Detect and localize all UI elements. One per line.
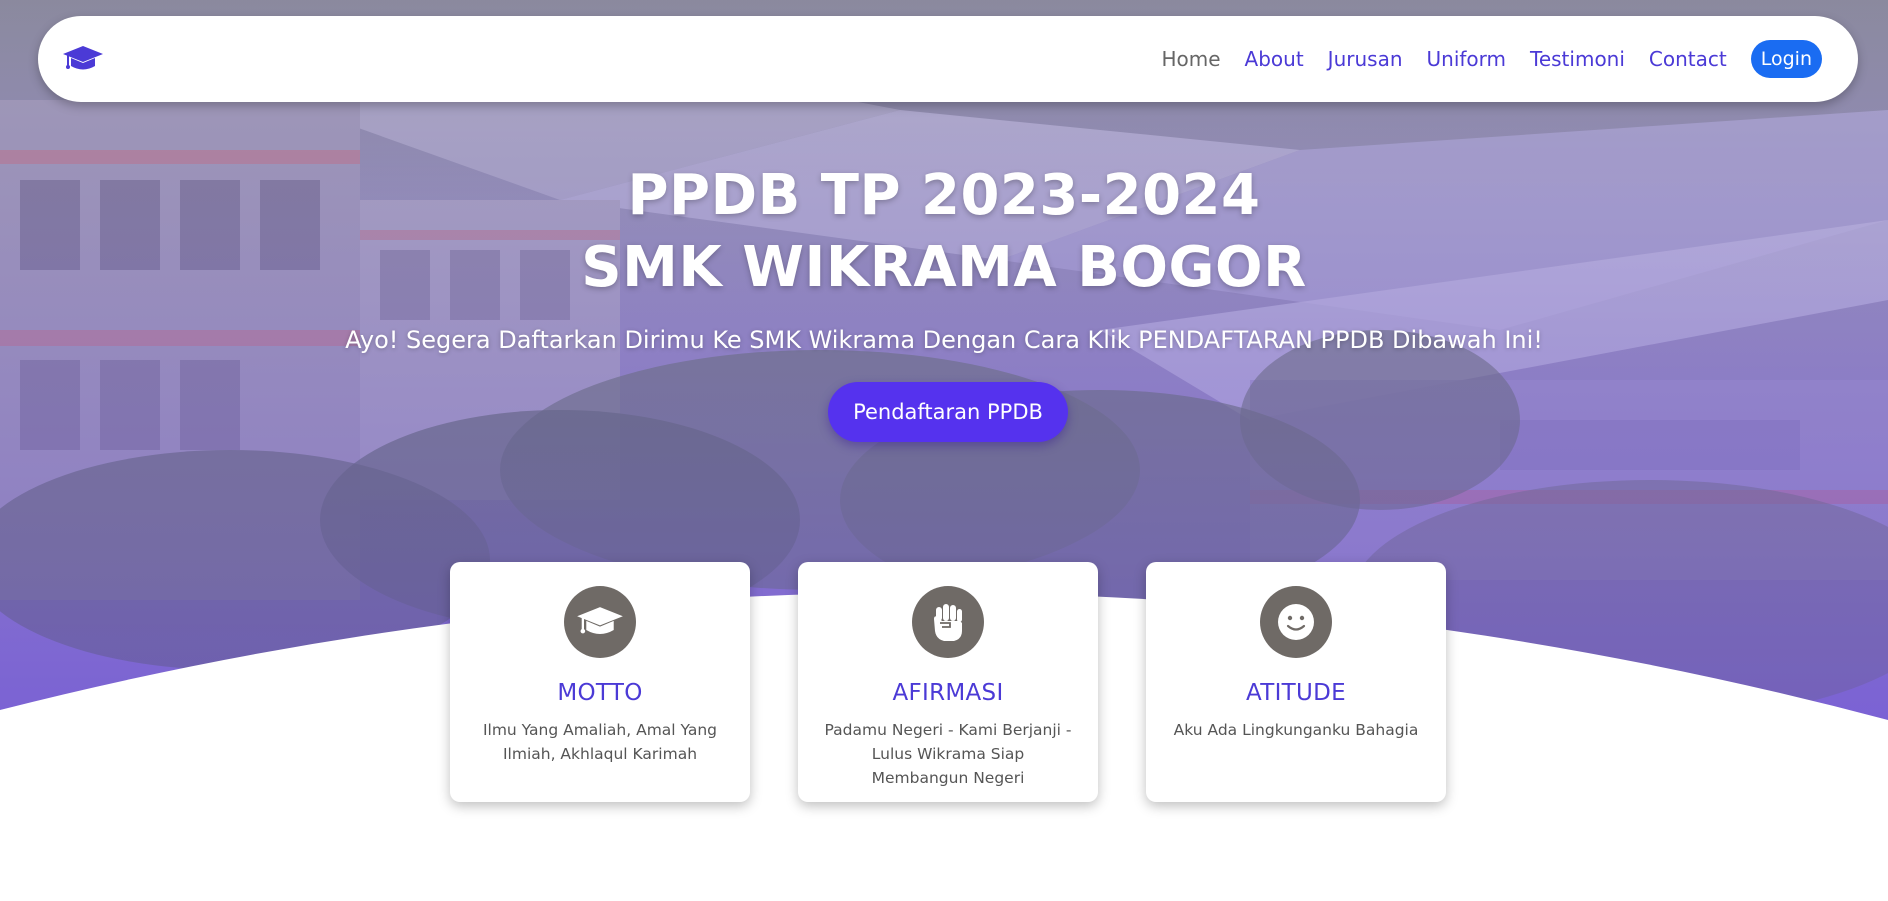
card-motto: MOTTO Ilmu Yang Amaliah, Amal Yang Ilmia… — [450, 562, 750, 802]
smile-icon — [1278, 604, 1314, 640]
nav-link-uniform[interactable]: Uniform — [1427, 47, 1507, 71]
nav-link-contact[interactable]: Contact — [1649, 47, 1727, 71]
graduation-cap-icon — [63, 46, 103, 70]
nav-links: Home About Jurusan Uniform Testimoni Con… — [1161, 40, 1822, 78]
hero-title-line2: SMK WIKRAMA BOGOR — [581, 235, 1307, 300]
card-atitude: ATITUDE Aku Ada Lingkunganku Bahagia — [1146, 562, 1446, 802]
brand-logo-link[interactable] — [62, 44, 104, 74]
card-title: AFIRMASI — [892, 680, 1004, 706]
login-button[interactable]: Login — [1750, 40, 1822, 78]
pendaftaran-ppdb-button[interactable]: Pendaftaran PPDB — [828, 382, 1068, 442]
hero-title-line1: PPDB TP 2023-2024 — [627, 163, 1261, 228]
card-afirmasi: AFIRMASI Padamu Negeri - Kami Berjanji -… — [798, 562, 1098, 802]
navbar: Home About Jurusan Uniform Testimoni Con… — [38, 16, 1858, 102]
graduation-cap-icon — [577, 607, 623, 634]
feature-cards: MOTTO Ilmu Yang Amaliah, Amal Yang Ilmia… — [450, 562, 1446, 802]
card-text: Padamu Negeri - Kami Berjanji - Lulus Wi… — [824, 721, 1072, 787]
nav-link-home[interactable]: Home — [1161, 47, 1220, 71]
card-icon-circle — [912, 586, 984, 658]
fist-icon — [934, 604, 962, 641]
nav-link-testimoni[interactable]: Testimoni — [1530, 47, 1625, 71]
page-title: PPDB TP 2023-2024 SMK WIKRAMA BOGOR — [0, 160, 1888, 304]
nav-link-jurusan[interactable]: Jurusan — [1328, 47, 1403, 71]
card-text: Aku Ada Lingkunganku Bahagia — [1173, 721, 1419, 739]
card-icon-circle — [1260, 586, 1332, 658]
card-icon-circle — [564, 586, 636, 658]
card-text: Ilmu Yang Amaliah, Amal Yang Ilmiah, Akh… — [482, 721, 718, 763]
card-title: MOTTO — [557, 680, 643, 706]
hero-subtitle: Ayo! Segera Daftarkan Dirimu Ke SMK Wikr… — [345, 326, 1543, 354]
card-title: ATITUDE — [1245, 680, 1346, 706]
nav-link-about[interactable]: About — [1245, 47, 1304, 71]
